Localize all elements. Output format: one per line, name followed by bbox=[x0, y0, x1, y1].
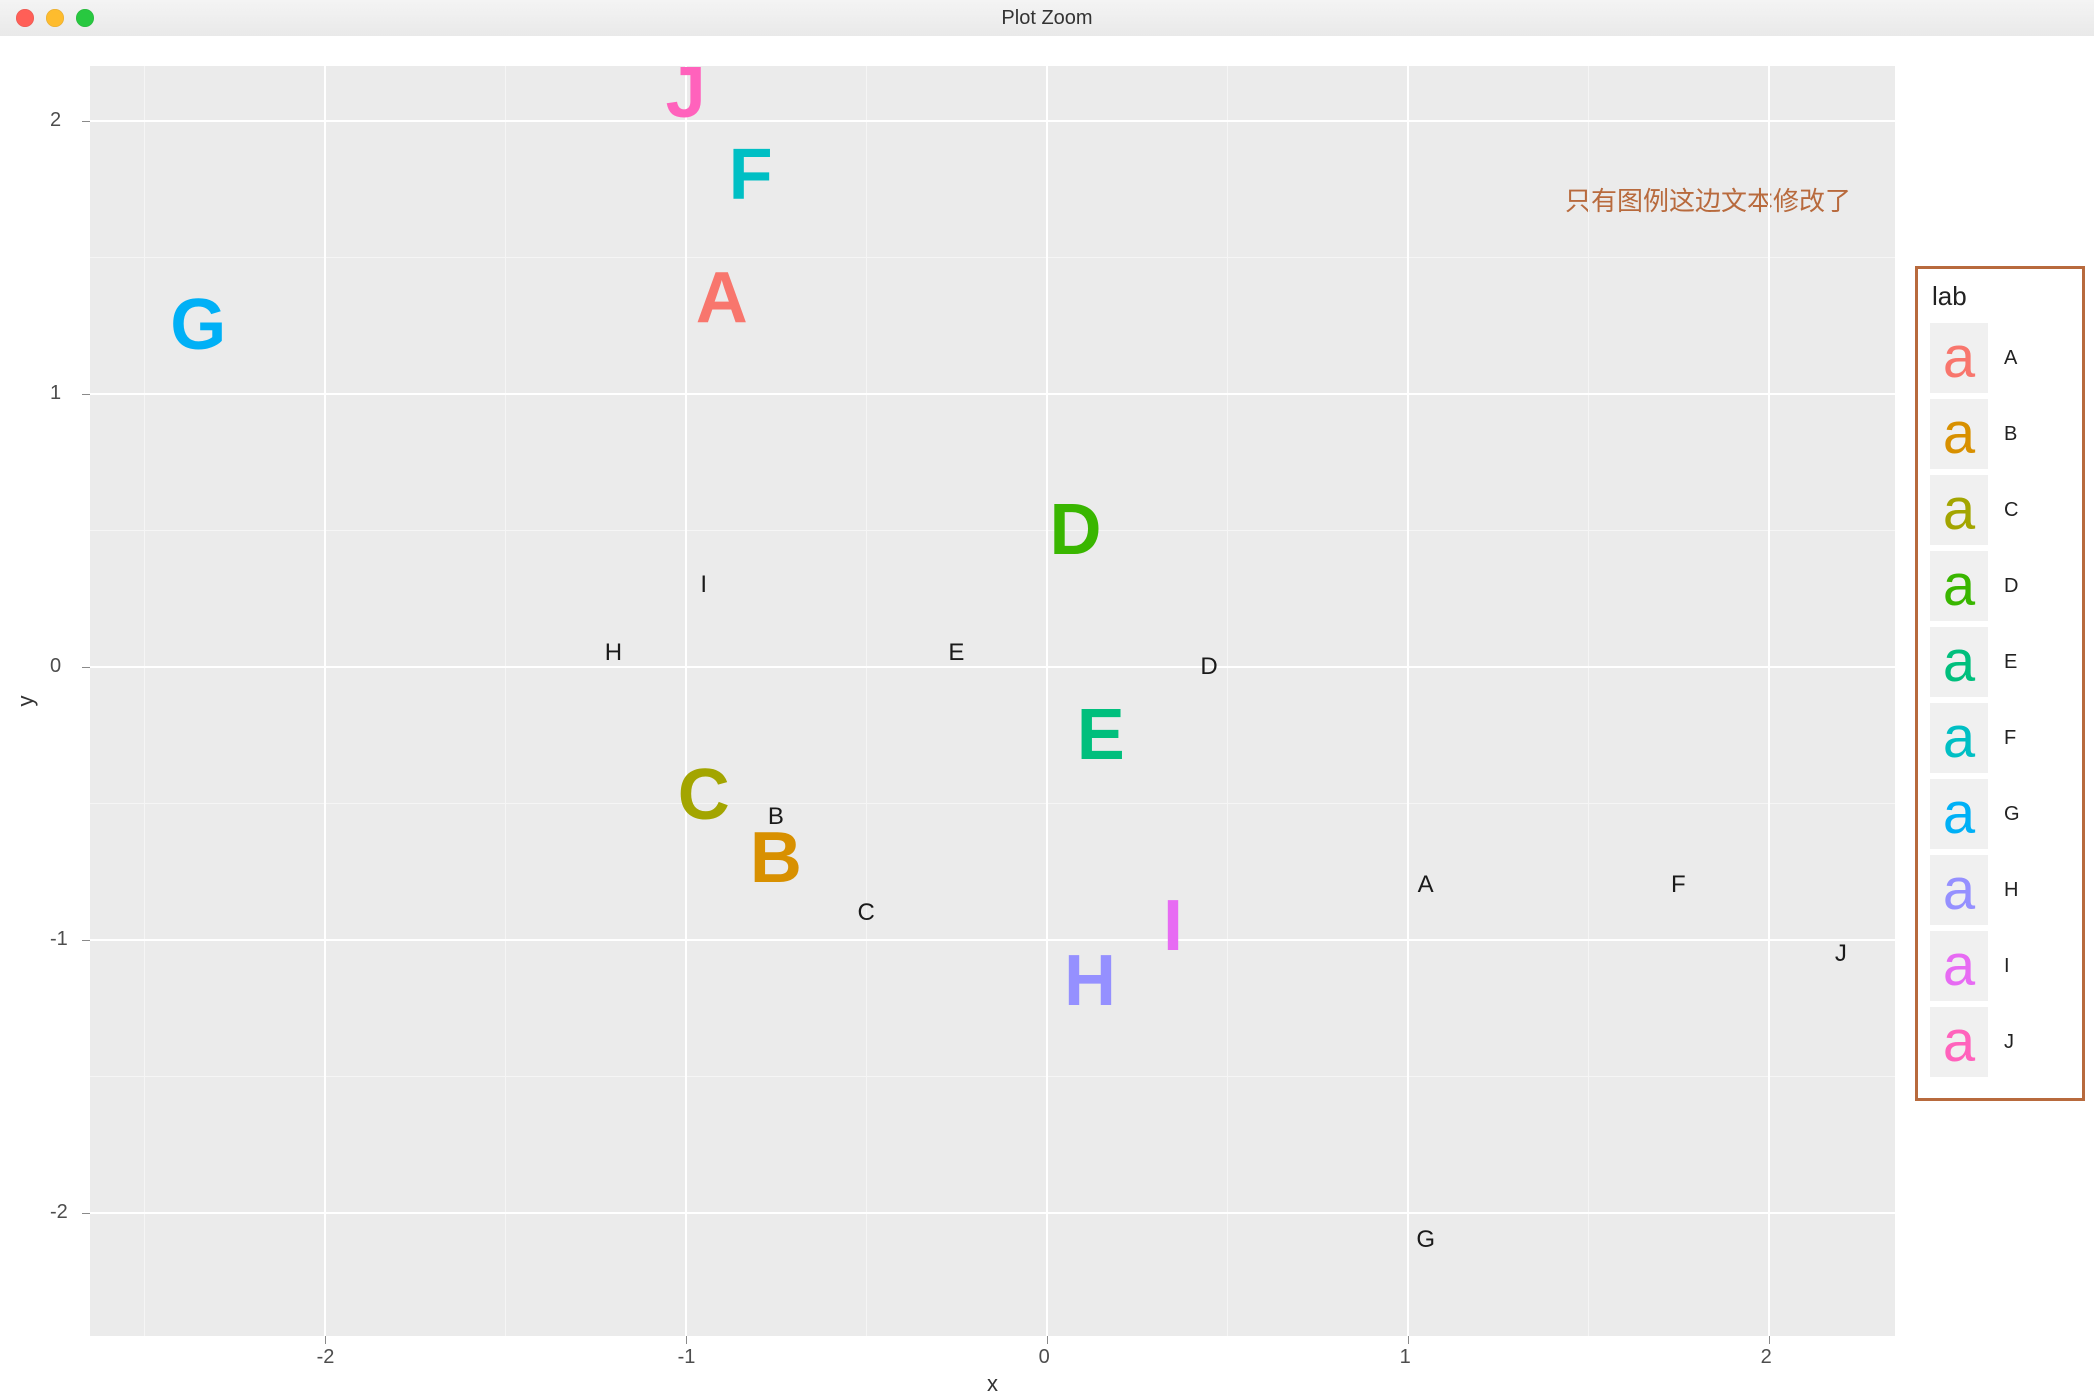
legend-key-icon: a bbox=[1930, 1007, 1988, 1077]
legend-label: G bbox=[2004, 803, 2020, 826]
big-letter: I bbox=[1163, 890, 1183, 962]
x-tick-label: -1 bbox=[678, 1346, 696, 1369]
small-letter: I bbox=[700, 573, 707, 597]
legend-key-icon: a bbox=[1930, 551, 1988, 621]
legend-label: I bbox=[2004, 955, 2010, 978]
big-letter: D bbox=[1050, 494, 1102, 566]
x-tick-label: 1 bbox=[1400, 1346, 1411, 1369]
window-title: Plot Zoom bbox=[0, 7, 2094, 30]
legend-label: A bbox=[2004, 347, 2017, 370]
x-tick-label: -2 bbox=[317, 1346, 335, 1369]
y-tick-label: 2 bbox=[50, 109, 61, 132]
small-letter: H bbox=[605, 641, 622, 665]
legend: lab aAaBaCaDaEaFaGaHaIaJ bbox=[1915, 266, 2085, 1101]
legend-label: H bbox=[2004, 879, 2018, 902]
legend-label: J bbox=[2004, 1031, 2014, 1054]
close-icon[interactable] bbox=[16, 9, 34, 27]
small-letter: F bbox=[1671, 873, 1686, 897]
legend-item: aJ bbox=[1930, 1004, 2070, 1080]
small-letter: B bbox=[768, 805, 784, 829]
legend-item: aI bbox=[1930, 928, 2070, 1004]
legend-key-icon: a bbox=[1930, 855, 1988, 925]
big-letter: C bbox=[678, 759, 730, 831]
legend-item: aF bbox=[1930, 700, 2070, 776]
annotation-text: 只有图例这边文本修改了 bbox=[1565, 181, 1851, 218]
legend-item: aH bbox=[1930, 852, 2070, 928]
legend-label: E bbox=[2004, 651, 2017, 674]
small-letter: A bbox=[1418, 873, 1434, 897]
legend-key-icon: a bbox=[1930, 475, 1988, 545]
y-axis-title: y bbox=[13, 696, 39, 707]
minimize-icon[interactable] bbox=[46, 9, 64, 27]
big-letter: E bbox=[1077, 699, 1125, 771]
x-axis-title: x bbox=[987, 1371, 998, 1397]
legend-item: aB bbox=[1930, 396, 2070, 472]
small-letter: G bbox=[1416, 1228, 1435, 1252]
legend-item: aC bbox=[1930, 472, 2070, 548]
legend-label: C bbox=[2004, 499, 2018, 522]
titlebar: Plot Zoom bbox=[0, 0, 2094, 37]
small-letter: E bbox=[948, 641, 964, 665]
legend-key-icon: a bbox=[1930, 779, 1988, 849]
big-letter: G bbox=[170, 289, 226, 361]
big-letter: J bbox=[666, 57, 706, 129]
maximize-icon[interactable] bbox=[76, 9, 94, 27]
legend-item: aG bbox=[1930, 776, 2070, 852]
legend-key-icon: a bbox=[1930, 399, 1988, 469]
y-tick-label: -1 bbox=[50, 928, 68, 951]
big-letter: B bbox=[750, 822, 802, 894]
y-tick-label: 0 bbox=[50, 655, 61, 678]
legend-key-icon: a bbox=[1930, 931, 1988, 1001]
plot-wrapper: y x 只有图例这边文本修改了 lab aAaBaCaDaEaFaGaHaIaJ… bbox=[0, 36, 2094, 1394]
y-tick-label: -2 bbox=[50, 1201, 68, 1224]
legend-key-icon: a bbox=[1930, 703, 1988, 773]
x-tick-label: 0 bbox=[1039, 1346, 1050, 1369]
traffic-lights bbox=[0, 9, 94, 27]
legend-label: F bbox=[2004, 727, 2016, 750]
small-letter: D bbox=[1200, 655, 1217, 679]
small-letter: C bbox=[857, 901, 874, 925]
legend-key-icon: a bbox=[1930, 627, 1988, 697]
big-letter: H bbox=[1064, 945, 1116, 1017]
legend-title: lab bbox=[1932, 281, 2070, 312]
x-tick-label: 2 bbox=[1761, 1346, 1772, 1369]
small-letter: J bbox=[1835, 942, 1847, 966]
legend-item: aD bbox=[1930, 548, 2070, 624]
legend-item: aE bbox=[1930, 624, 2070, 700]
legend-label: D bbox=[2004, 575, 2018, 598]
legend-key-icon: a bbox=[1930, 323, 1988, 393]
y-tick-label: 1 bbox=[50, 382, 61, 405]
legend-label: B bbox=[2004, 423, 2017, 446]
big-letter: F bbox=[729, 139, 773, 211]
big-letter: A bbox=[696, 262, 748, 334]
legend-item: aA bbox=[1930, 320, 2070, 396]
